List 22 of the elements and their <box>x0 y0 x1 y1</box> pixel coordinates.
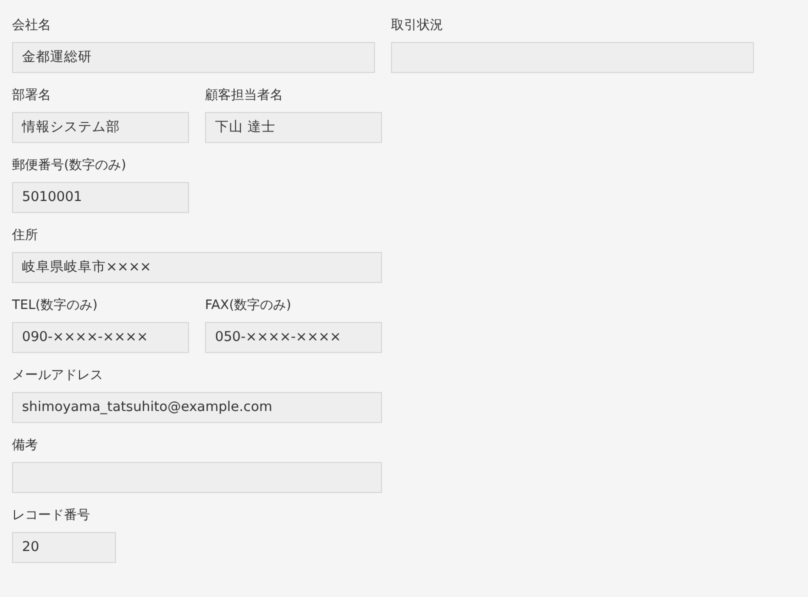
text-field[interactable]: 情報システム部 <box>12 112 189 143</box>
text-field[interactable]: 金都運総研 <box>12 42 375 73</box>
text-field[interactable]: 5010001 <box>12 182 189 213</box>
field-label: 会社名 <box>12 17 52 35</box>
field-label: TEL(数字のみ) <box>12 297 99 315</box>
field-label: 備考 <box>12 437 39 455</box>
text-field[interactable]: 岐阜県岐阜市×××× <box>12 252 382 283</box>
field-label: レコード番号 <box>12 507 91 525</box>
text-field[interactable]: shimoyama_tatsuhito@example.com <box>12 392 382 423</box>
field-label: 住所 <box>12 227 39 245</box>
text-field[interactable]: 090-××××-×××× <box>12 322 189 353</box>
field-label: メールアドレス <box>12 367 104 385</box>
field-label: 顧客担当者名 <box>205 87 284 105</box>
field-label: 郵便番号(数字のみ) <box>12 157 128 175</box>
field-label: 取引状況 <box>391 17 444 35</box>
field-label: 部署名 <box>12 87 52 105</box>
text-field[interactable]: 20 <box>12 532 116 563</box>
text-field[interactable] <box>12 462 382 493</box>
text-field[interactable] <box>391 42 754 73</box>
text-field[interactable]: 下山 達士 <box>205 112 382 143</box>
field-label: FAX(数字のみ) <box>205 297 292 315</box>
text-field[interactable]: 050-××××-×××× <box>205 322 382 353</box>
